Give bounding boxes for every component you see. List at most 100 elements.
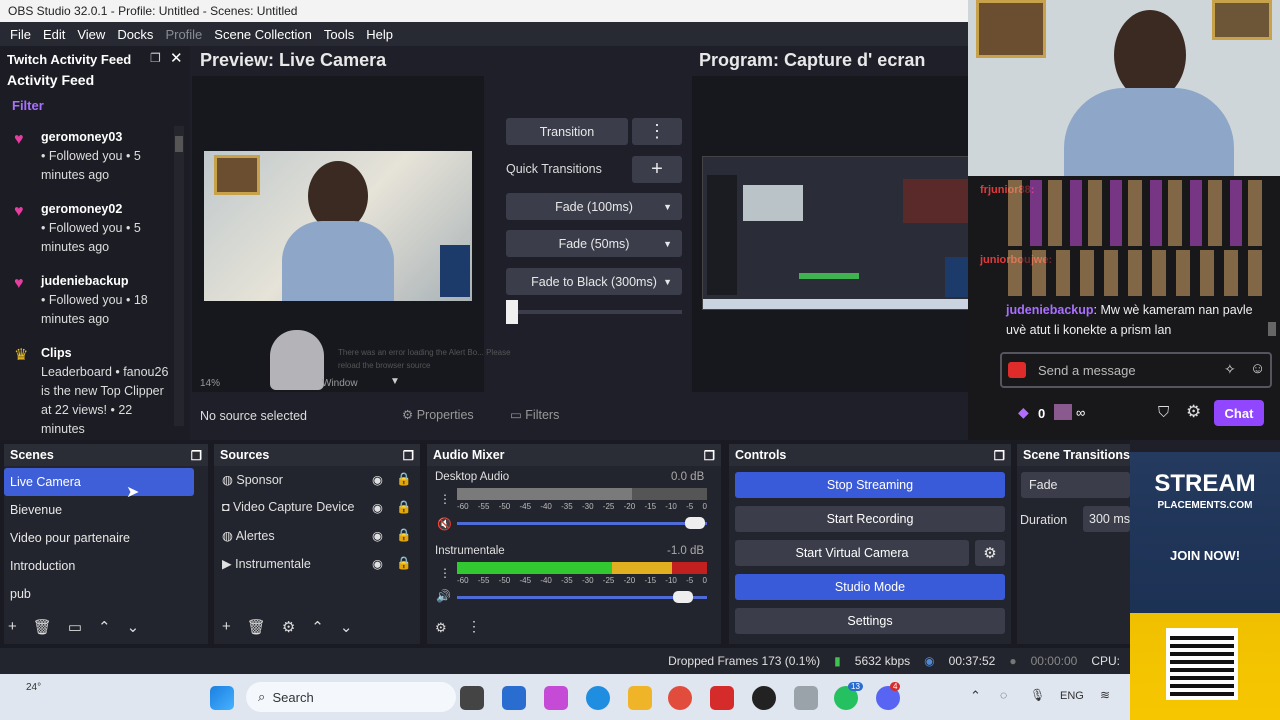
filter-link[interactable]: Filter — [12, 98, 44, 113]
eye-icon[interactable]: ◉ — [372, 472, 383, 487]
task-view-icon[interactable] — [460, 686, 484, 710]
speaker-icon[interactable]: 🔊 — [436, 589, 451, 603]
menu-tools[interactable]: Tools — [318, 27, 360, 42]
scene-item[interactable]: Introduction — [4, 552, 198, 580]
source-item[interactable]: ◍ Alertes ◉ 🔒 — [222, 528, 412, 556]
menu-view[interactable]: View — [71, 27, 111, 42]
more-options-icon[interactable]: ⋮ — [439, 566, 451, 580]
shield-icon[interactable]: ⛉ — [1158, 404, 1169, 421]
app-icon[interactable] — [794, 686, 818, 710]
scene-item[interactable]: pub — [4, 580, 198, 608]
source-item[interactable]: ◘ Video Capture Device ◉ 🔒 — [222, 500, 412, 528]
filter-icon[interactable]: ▭ — [68, 618, 82, 636]
more-options-icon[interactable]: ⋮ — [632, 118, 682, 145]
lock-icon[interactable]: 🔒 — [396, 528, 412, 543]
quick-transition-fade-black[interactable]: Fade to Black (300ms) ▼ — [506, 268, 682, 295]
close-icon[interactable]: ✕ — [170, 49, 183, 67]
start-recording-button[interactable]: Start Recording — [735, 506, 1005, 532]
float-icon[interactable]: ❐ — [704, 448, 715, 463]
edge-icon[interactable] — [586, 686, 610, 710]
eye-icon[interactable]: ◉ — [372, 556, 383, 571]
float-icon[interactable]: ❐ — [150, 51, 161, 65]
float-icon[interactable]: ❐ — [403, 448, 414, 463]
lock-icon[interactable]: 🔒 — [396, 500, 412, 515]
add-icon[interactable]: + — [8, 618, 17, 636]
volume-slider[interactable] — [457, 522, 707, 525]
chevron-down-icon[interactable]: ⌄ — [127, 618, 140, 636]
wifi-icon[interactable]: ≋ — [1100, 688, 1110, 702]
feed-user[interactable]: geromoney02 — [41, 202, 122, 216]
menu-help[interactable]: Help — [360, 27, 399, 42]
channel-points-icon[interactable]: ◆ — [1018, 404, 1029, 421]
sparkle-icon[interactable]: ✧ — [1224, 361, 1236, 378]
emote-picker-icon[interactable]: ☺ — [1250, 360, 1265, 377]
taskbar-search[interactable]: ⌕ Search — [246, 682, 456, 712]
stop-streaming-button[interactable]: Stop Streaming — [735, 472, 1005, 498]
float-icon[interactable]: ❐ — [191, 448, 202, 463]
chevron-down-icon[interactable]: ⌄ — [340, 618, 353, 636]
scrollbar[interactable] — [174, 126, 184, 426]
scrollbar[interactable] — [1268, 322, 1276, 336]
quick-transition-fade-100[interactable]: Fade (100ms) ▼ — [506, 193, 682, 220]
source-item[interactable]: ◍ Sponsor ◉ 🔒 — [222, 472, 412, 500]
lock-icon[interactable]: 🔒 — [396, 472, 412, 487]
more-options-icon[interactable]: ⋮ — [439, 492, 451, 506]
start-virtual-camera-button[interactable]: Start Virtual Camera — [735, 540, 969, 566]
eye-icon[interactable]: ◉ — [372, 528, 383, 543]
menu-file[interactable]: File — [4, 27, 37, 42]
chat-username[interactable]: judeniebackup — [1006, 303, 1094, 317]
add-icon[interactable]: + — [222, 618, 231, 636]
chat-input[interactable]: Send a message ✧ ☺ — [1000, 352, 1272, 388]
chevron-up-icon[interactable]: ⌃ — [311, 618, 324, 636]
properties-button[interactable]: ⚙ Properties — [402, 407, 474, 422]
preview-canvas[interactable]: There was an error loading the Alert Bo.… — [192, 76, 511, 392]
transition-button[interactable]: Transition — [506, 118, 628, 145]
feed-user[interactable]: judeniebackup — [41, 274, 129, 288]
feed-user[interactable]: Clips — [41, 346, 72, 360]
scene-item[interactable]: Video pour partenaire — [4, 524, 198, 552]
scene-item-live-camera[interactable]: Live Camera — [4, 468, 194, 496]
more-options-icon[interactable]: ⋮ — [467, 618, 481, 635]
mute-icon[interactable]: 🔇 — [437, 517, 452, 531]
gear-icon[interactable]: ⚙ — [1186, 402, 1201, 422]
windows-start-icon[interactable] — [210, 686, 234, 710]
volume-slider-handle[interactable] — [673, 591, 693, 603]
stream-placements-ad[interactable]: STREAM PLACEMENTS.COM JOIN NOW! — [1130, 452, 1280, 720]
feed-user[interactable]: geromoney03 — [41, 130, 122, 144]
file-explorer-icon[interactable] — [628, 686, 652, 710]
obs-icon[interactable] — [752, 686, 776, 710]
chevron-down-icon[interactable]: ▼ — [390, 376, 400, 387]
chrome-icon[interactable] — [668, 686, 692, 710]
source-item[interactable]: ▶ Instrumentale ◉ 🔒 — [222, 556, 412, 584]
store-icon[interactable] — [502, 686, 526, 710]
volume-slider[interactable] — [457, 596, 707, 599]
network-icon[interactable]: ◌ — [1000, 688, 1007, 702]
trash-icon[interactable]: 🗑 — [247, 618, 266, 636]
trash-icon[interactable]: 🗑 — [33, 618, 52, 636]
studio-mode-button[interactable]: Studio Mode — [735, 574, 1005, 600]
mic-icon[interactable]: 🎙 — [1030, 688, 1045, 702]
quick-transition-fade-50[interactable]: Fade (50ms) ▼ — [506, 230, 682, 257]
chevron-up-icon[interactable]: ⌃ — [970, 688, 981, 704]
lock-icon[interactable]: 🔒 — [396, 556, 412, 571]
eye-icon[interactable]: ◉ — [372, 500, 383, 515]
app-icon[interactable] — [710, 686, 734, 710]
gear-icon[interactable]: ⚙ — [282, 618, 295, 636]
t-bar-handle[interactable] — [506, 300, 518, 324]
chat-send-button[interactable]: Chat — [1214, 400, 1264, 426]
float-icon[interactable]: ❐ — [994, 448, 1005, 463]
transition-select[interactable]: Fade — [1021, 472, 1130, 498]
add-quick-transition-icon[interactable]: + — [632, 156, 682, 183]
menu-edit[interactable]: Edit — [37, 27, 71, 42]
weather-temp[interactable]: 24° — [26, 682, 41, 693]
menu-scene-collection[interactable]: Scene Collection — [208, 27, 318, 42]
scene-item[interactable]: Bievenue — [4, 496, 198, 524]
mixer-settings-icon[interactable]: ⚙ — [435, 620, 447, 636]
duration-input[interactable]: 300 ms — [1083, 506, 1130, 532]
settings-button[interactable]: Settings — [735, 608, 1005, 634]
language-indicator[interactable]: ENG — [1060, 690, 1084, 702]
filters-button[interactable]: ▭ Filters — [510, 407, 559, 422]
chevron-up-icon[interactable]: ⌃ — [98, 618, 111, 636]
volume-slider-handle[interactable] — [685, 517, 705, 529]
gear-icon[interactable]: ⚙ — [975, 540, 1005, 566]
